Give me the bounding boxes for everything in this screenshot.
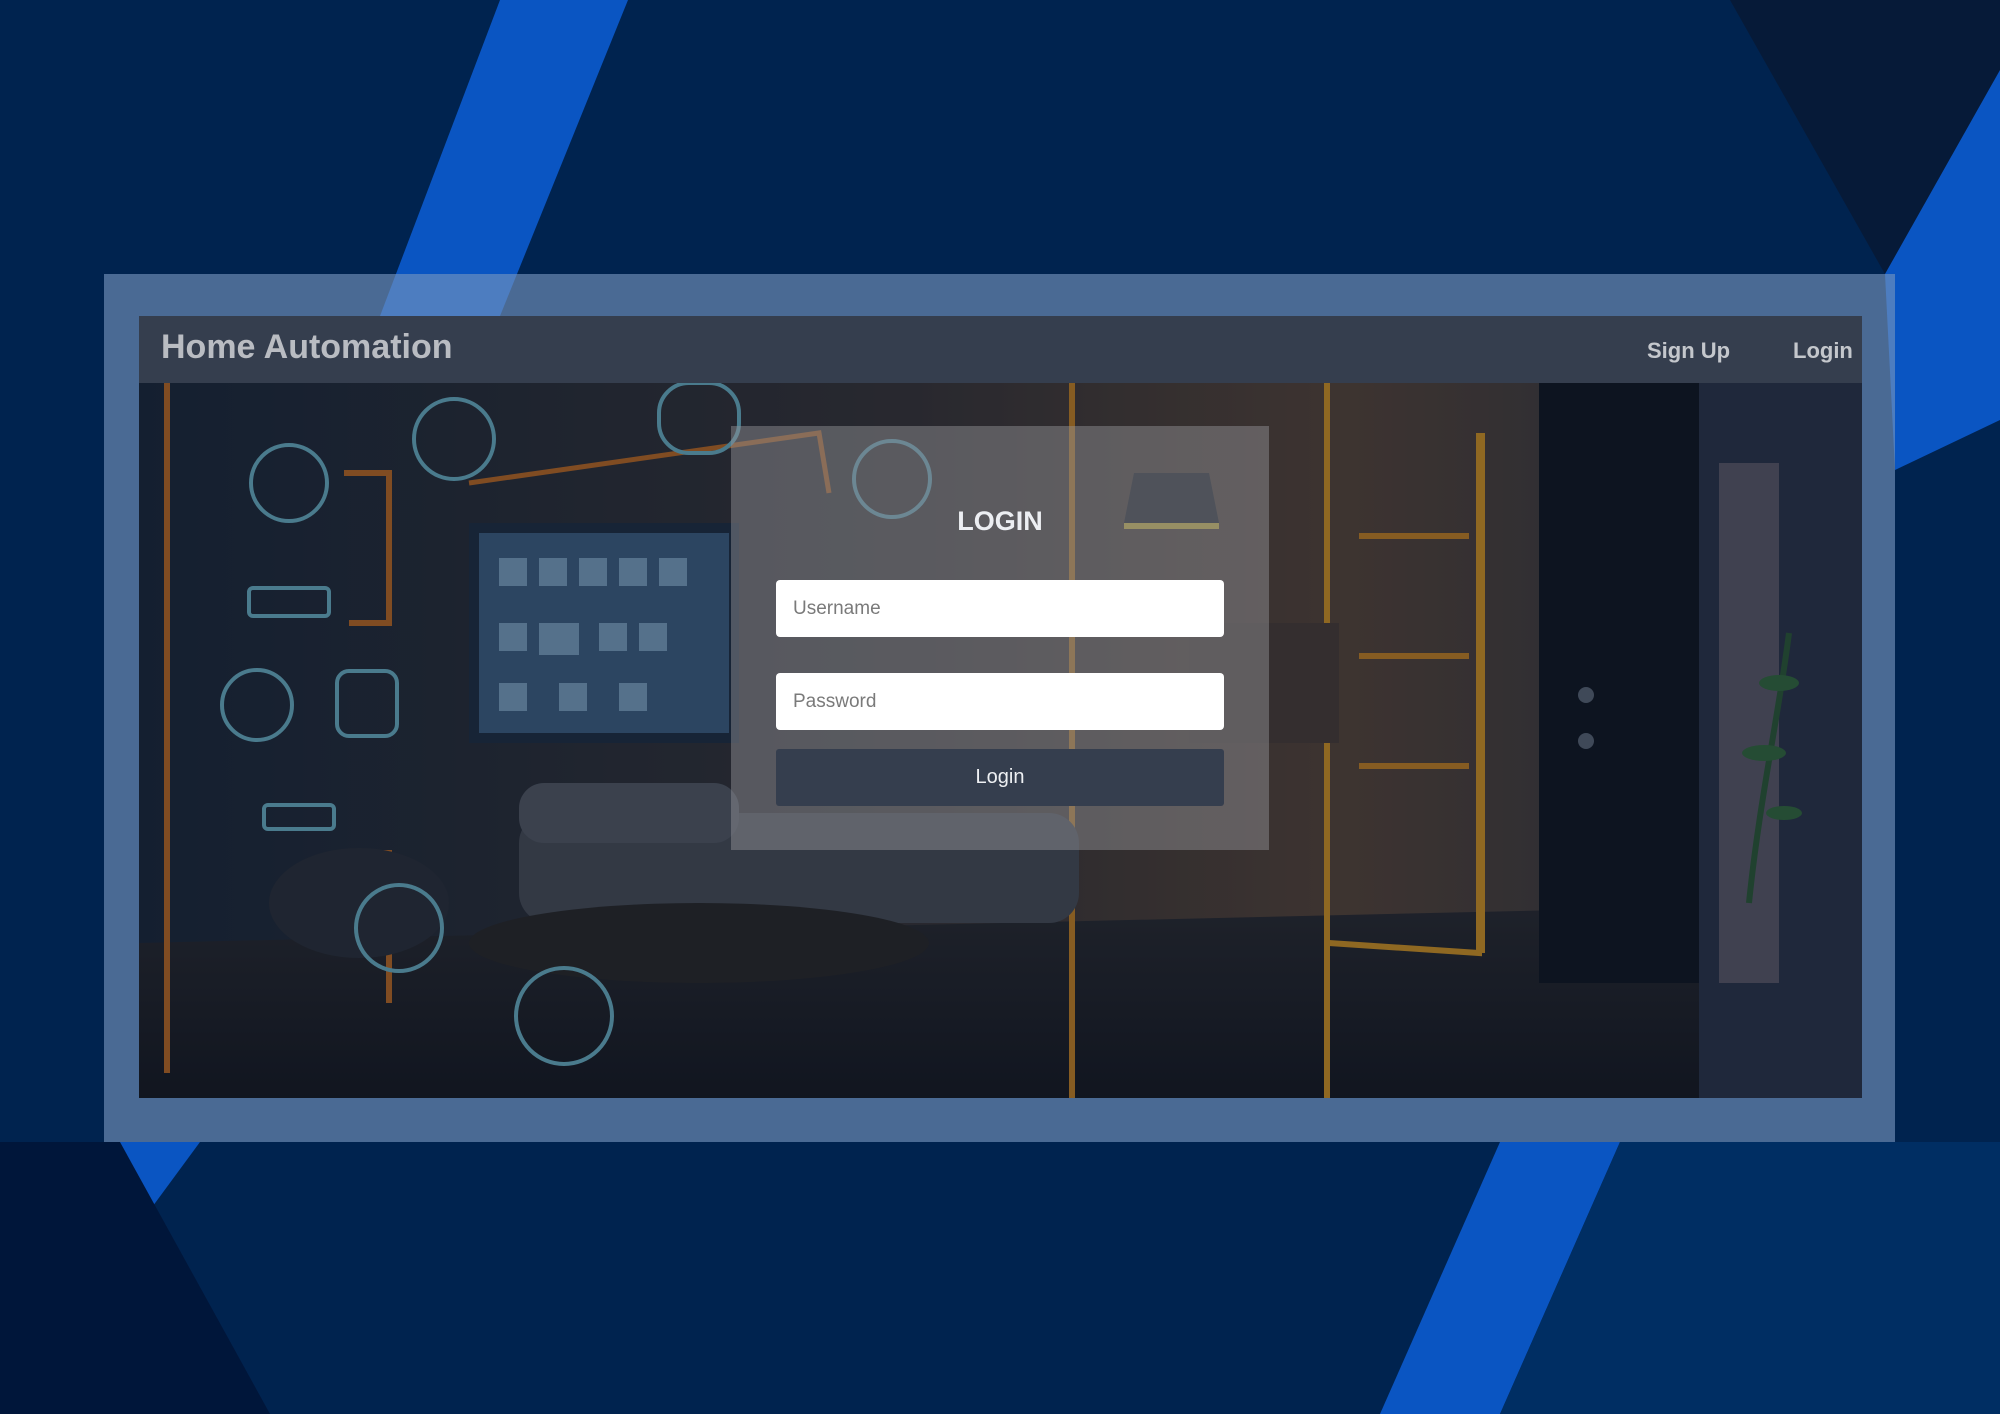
- password-input[interactable]: [776, 673, 1224, 730]
- brand-title[interactable]: Home Automation: [161, 328, 453, 367]
- username-input[interactable]: [776, 580, 1224, 637]
- login-title: LOGIN: [957, 506, 1043, 536]
- nav-login-link[interactable]: Login: [1793, 338, 1853, 364]
- app-window: Home Automation Sign Up Login LOGIN User…: [139, 316, 1862, 1098]
- login-button[interactable]: Login: [776, 749, 1224, 806]
- login-card: LOGIN Login: [731, 426, 1269, 850]
- nav-sign-up-link[interactable]: Sign Up: [1647, 338, 1730, 364]
- navbar: Home Automation Sign Up Login: [139, 316, 1862, 383]
